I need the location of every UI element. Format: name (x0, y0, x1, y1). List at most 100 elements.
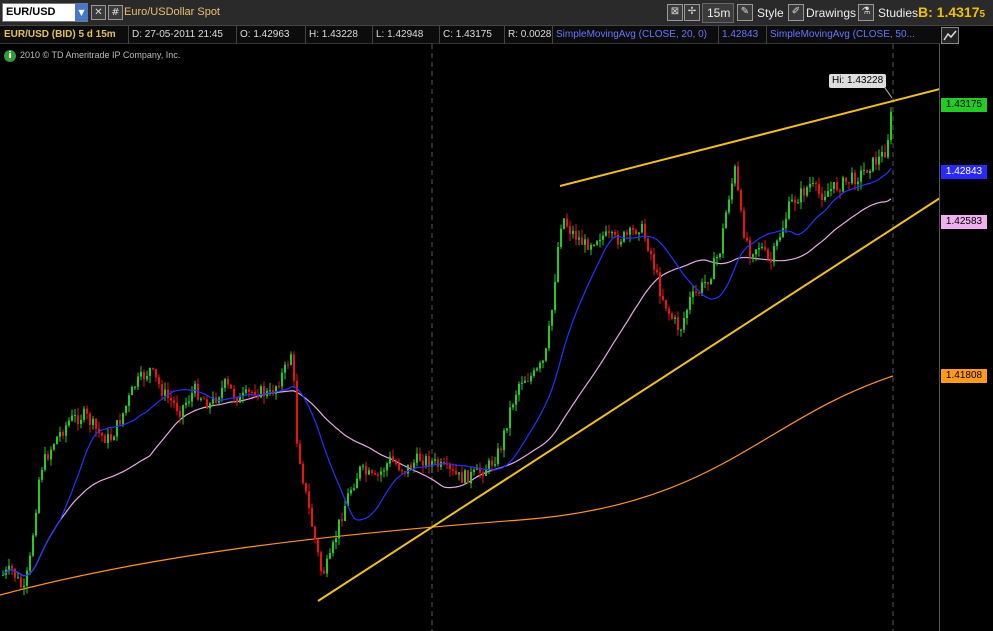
candle (668, 305, 670, 321)
candle (599, 233, 601, 248)
studies-icon[interactable]: ⚗ (858, 4, 874, 21)
drawings-button[interactable]: Drawings (806, 6, 856, 20)
candle (341, 512, 343, 527)
candle-body (848, 182, 850, 184)
style-button[interactable]: Style (757, 6, 784, 20)
candle-body (764, 246, 766, 250)
instrument-label: EUR/USD (BID) 5 d 15m (4, 29, 116, 40)
candle-body (158, 377, 160, 385)
candle (563, 217, 565, 230)
candle-body (356, 478, 358, 489)
candle-body (14, 568, 16, 578)
candle (857, 177, 859, 191)
candle (863, 162, 865, 176)
candle (188, 395, 190, 407)
info-icon[interactable]: i (4, 50, 16, 62)
candle (746, 231, 748, 243)
candle-body (638, 232, 640, 235)
candle (224, 377, 226, 392)
candle-body (392, 456, 394, 462)
candle (239, 393, 241, 403)
candle (764, 239, 766, 252)
candle (2, 570, 4, 576)
candle (710, 277, 712, 286)
candle (446, 455, 448, 470)
candle-body (833, 182, 835, 189)
candle-body (92, 418, 94, 425)
symbol-input[interactable]: EUR/USD ▼ (2, 3, 88, 22)
candle (53, 443, 55, 452)
hash-icon[interactable]: # (108, 5, 123, 20)
candle-body (173, 400, 175, 403)
candle-body (20, 577, 22, 588)
sma20-label: SimpleMovingAvg (CLOSE, 20, 0) (556, 29, 707, 40)
candle-body (152, 368, 154, 370)
candle-body (824, 196, 826, 201)
candle (728, 195, 730, 215)
studies-button[interactable]: Studies (878, 6, 918, 20)
candle (719, 252, 721, 260)
candle-body (371, 470, 373, 474)
candle-body (536, 368, 538, 371)
candle (500, 445, 502, 454)
symbol-dropdown-icon[interactable]: ▼ (75, 4, 88, 21)
candle (779, 233, 781, 242)
candle (44, 446, 46, 472)
candle-body (854, 172, 856, 185)
candle (749, 236, 751, 265)
candle (338, 519, 340, 546)
candle (158, 374, 160, 389)
candle-body (749, 240, 751, 257)
candle (458, 472, 460, 481)
candle (365, 461, 367, 483)
candle-body (338, 519, 340, 539)
candle (104, 433, 106, 444)
candle-body (653, 254, 655, 270)
candle-body (845, 177, 847, 183)
candle-body (884, 151, 886, 158)
candle-body (290, 354, 292, 365)
candle-body (260, 386, 262, 398)
candle-body (728, 199, 730, 213)
drawings-icon[interactable]: ✐ (788, 4, 804, 21)
candle-body (518, 383, 520, 395)
candle-body (716, 257, 718, 259)
candle (92, 415, 94, 430)
candle (173, 396, 175, 409)
close-icon[interactable]: ✕ (91, 5, 106, 20)
style-icon[interactable]: ✎ (737, 4, 753, 21)
candle (62, 429, 64, 440)
interval-button[interactable]: 15m (702, 3, 734, 23)
candle (80, 414, 82, 429)
candle-body (512, 404, 514, 408)
candle (866, 169, 868, 174)
candle (683, 311, 685, 334)
price-chart[interactable] (0, 44, 940, 631)
candle (881, 145, 883, 163)
crosshair-icon[interactable]: ✢ (684, 4, 700, 21)
candle-body (293, 354, 295, 381)
candle (422, 454, 424, 473)
candle (467, 470, 469, 484)
candle-body (701, 282, 703, 293)
range-label: R: 0.0028 (508, 29, 552, 40)
candle-body (542, 360, 544, 363)
candle-body (314, 526, 316, 540)
chart-settings-icon[interactable] (941, 27, 959, 44)
candle-body (500, 448, 502, 451)
candle (689, 291, 691, 315)
zoom-icon[interactable]: ⊠ (667, 4, 683, 21)
candle (644, 218, 646, 243)
candle-body (140, 372, 142, 377)
candle-body (407, 464, 409, 474)
candle (308, 483, 310, 515)
sma50-label: SimpleMovingAvg (CLOSE, 50... (770, 29, 915, 40)
candle (659, 267, 661, 304)
candle (98, 421, 100, 438)
candle (620, 238, 622, 247)
info-bar: EUR/USD (BID) 5 d 15m D: 27-05-2011 21:4… (0, 26, 940, 44)
candle (143, 369, 145, 387)
candle-body (425, 456, 427, 466)
candle-body (869, 171, 871, 173)
candle-body (224, 379, 226, 388)
